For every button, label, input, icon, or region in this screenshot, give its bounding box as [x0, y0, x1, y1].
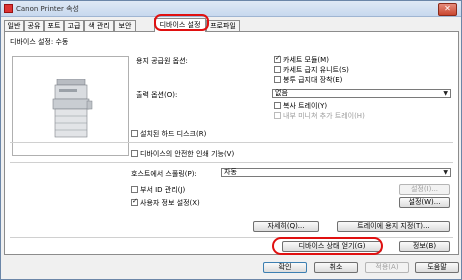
spooling-select[interactable]: 자동 ▼: [221, 168, 451, 177]
user-info-settings-button[interactable]: 설정(W)...: [399, 197, 450, 208]
help-button[interactable]: 도움말: [415, 262, 459, 273]
dept-id-checkbox[interactable]: [131, 186, 138, 193]
cassette-feed-unit-label: 카세트 급지 유니트(S): [283, 66, 349, 74]
device-settings-mode-label: 디바이스 설정: 수동: [10, 38, 69, 46]
details-button[interactable]: 자세히(Q)...: [253, 221, 319, 232]
tray-paper-button[interactable]: 트레이에 용지 지정(T)...: [337, 221, 450, 232]
envelope-feeder-label: 봉투 급지대 장착(E): [283, 76, 343, 84]
tab-security[interactable]: 보안: [114, 20, 136, 31]
copy-tray-checkbox[interactable]: [274, 102, 281, 109]
user-info-checkbox[interactable]: [131, 197, 138, 206]
tab-sharing[interactable]: 공유: [24, 20, 44, 31]
installed-hard-disk-label: 설치된 하드 디스크(R): [140, 130, 207, 138]
inner-finisher-tray-label: 내부 미니쳐 추가 트레이(H): [283, 112, 365, 120]
user-info-label: 사용자 정보 설정(X): [140, 199, 200, 207]
envelope-feeder-checkbox[interactable]: [274, 76, 281, 83]
cassette-module-checkbox[interactable]: [274, 54, 281, 63]
window-title: Canon Printer 속성: [16, 5, 79, 13]
output-options-label: 출력 옵션(O):: [136, 91, 178, 99]
printer-illustration-icon: [52, 79, 93, 138]
tab-general[interactable]: 일반: [4, 20, 24, 31]
cassette-feed-unit-checkbox[interactable]: [274, 66, 281, 73]
inner-finisher-tray-checkbox[interactable]: [274, 112, 281, 119]
ok-button[interactable]: 확인: [263, 262, 307, 273]
info-button[interactable]: 정보(B): [399, 241, 450, 252]
dept-id-settings-button[interactable]: 설정(I)...: [399, 184, 450, 195]
installed-hard-disk-checkbox[interactable]: [131, 130, 138, 137]
printer-preview: [12, 56, 129, 156]
chevron-down-icon: ▼: [443, 169, 448, 176]
secure-print-label: 디바이스의 안전한 인쇄 기능(V): [140, 150, 235, 158]
copy-tray-label: 복사 트레이(Y): [283, 102, 328, 110]
tab-color-management[interactable]: 색 관리: [84, 20, 114, 31]
device-settings-panel: 디바이스 설정: 수동 용지 공급원 옵션: 카세트 모듈(M) 카세트 급지 …: [4, 31, 459, 255]
tab-ports[interactable]: 포트: [44, 20, 64, 31]
spooling-value: 자동: [224, 168, 237, 176]
title-bar: Canon Printer 속성 ✕: [1, 1, 461, 17]
printer-properties-window: Canon Printer 속성 ✕ 일반 공유 포트 고급 색 관리 보안 디…: [0, 0, 462, 280]
separator: [10, 237, 453, 238]
printer-app-icon: [4, 4, 13, 13]
paper-source-label: 용지 공급원 옵션:: [136, 57, 188, 65]
apply-button[interactable]: 적용(A): [365, 262, 409, 273]
tab-highlight-annotation: [154, 14, 209, 31]
separator: [10, 162, 453, 163]
tab-advanced[interactable]: 고급: [64, 20, 84, 31]
device-status-highlight-annotation: [272, 237, 383, 255]
chevron-down-icon: ▼: [443, 90, 448, 97]
output-options-value: 없음: [275, 89, 288, 97]
tab-profile[interactable]: 프로파일: [206, 20, 240, 31]
spooling-label: 호스트에서 스풀링(P):: [131, 170, 197, 178]
separator: [10, 142, 453, 143]
cassette-module-label: 카세트 모듈(M): [283, 56, 329, 64]
secure-print-checkbox[interactable]: [131, 150, 138, 157]
dept-id-label: 부서 ID 관리(J): [140, 186, 186, 194]
close-button[interactable]: ✕: [438, 3, 457, 16]
cancel-button[interactable]: 취소: [314, 262, 358, 273]
output-options-select[interactable]: 없음 ▼: [272, 89, 451, 98]
